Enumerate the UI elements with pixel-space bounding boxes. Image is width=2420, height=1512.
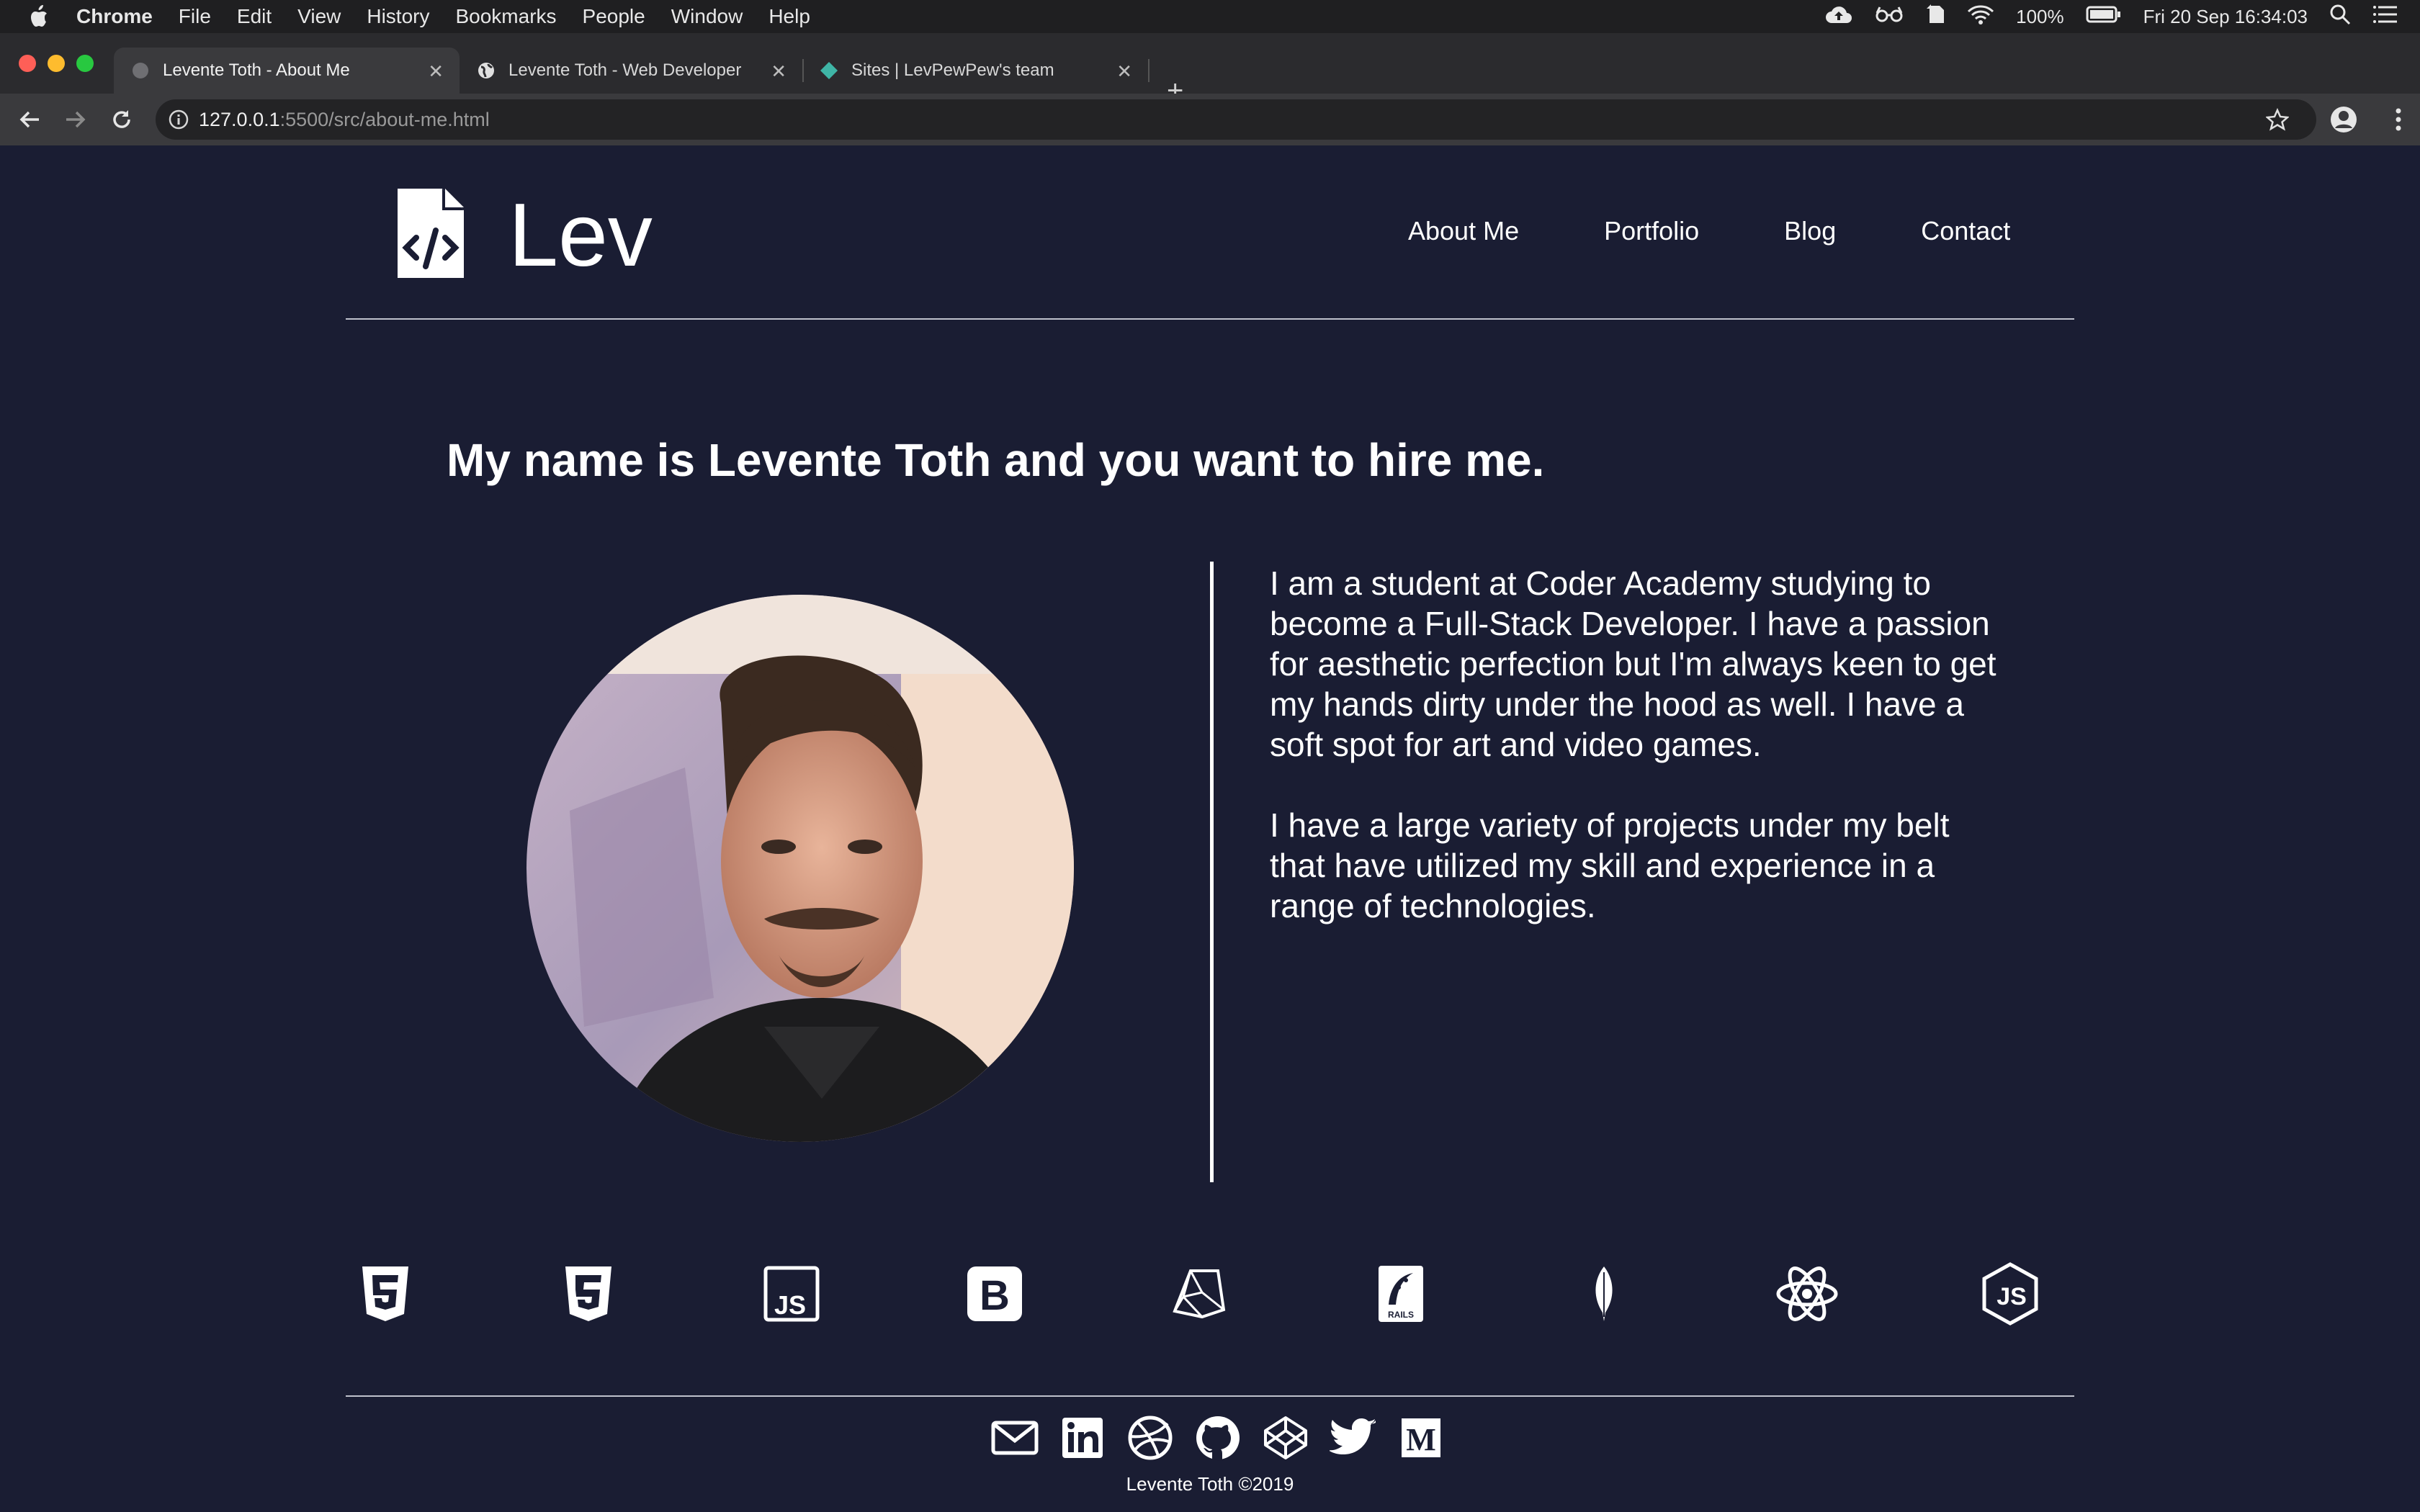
- bootstrap-icon: B: [955, 1254, 1034, 1333]
- bio-text: I am a student at Coder Academy studying…: [1270, 563, 2004, 966]
- web-page: Lev About Me Portfolio Blog Contact My n…: [0, 145, 2420, 1512]
- window-controls: [19, 55, 94, 72]
- glasses-icon[interactable]: [1875, 5, 1904, 28]
- wifi-icon[interactable]: [1967, 4, 1994, 30]
- menu-view[interactable]: View: [297, 5, 341, 28]
- html5-icon: [346, 1254, 425, 1333]
- svg-text:M: M: [1406, 1422, 1436, 1457]
- menu-people[interactable]: People: [583, 5, 645, 28]
- linkedin-icon[interactable]: [1059, 1414, 1106, 1462]
- nav-portfolio[interactable]: Portfolio: [1604, 216, 1699, 246]
- content-divider: [1210, 562, 1214, 1182]
- social-links: M: [991, 1414, 1445, 1462]
- footer-divider: [346, 1395, 2074, 1397]
- svg-text:RAILS: RAILS: [1388, 1310, 1414, 1320]
- close-tab-icon[interactable]: ✕: [1116, 60, 1132, 83]
- medium-icon[interactable]: M: [1397, 1414, 1445, 1462]
- menu-help[interactable]: Help: [768, 5, 810, 28]
- javascript-icon: JS: [752, 1254, 831, 1333]
- battery-percent: 100%: [2016, 5, 2064, 27]
- close-tab-icon[interactable]: ✕: [771, 60, 786, 83]
- page-headline: My name is Levente Toth and you want to …: [447, 434, 1545, 486]
- menu-history[interactable]: History: [367, 5, 429, 28]
- url-path: :5500/src/about-me.html: [279, 108, 490, 130]
- tab-strip: Levente Toth - About Me ✕ Levente Toth -…: [0, 33, 2420, 105]
- footer-copyright: Levente Toth ©2019: [1126, 1473, 1294, 1495]
- menu-edit[interactable]: Edit: [237, 5, 272, 28]
- url-host: 127.0.0.1: [199, 108, 280, 130]
- minimize-window-button[interactable]: [48, 55, 65, 72]
- netlify-icon: [820, 61, 838, 80]
- mongodb-icon: [1564, 1254, 1644, 1333]
- email-icon[interactable]: [991, 1414, 1039, 1462]
- menu-file[interactable]: File: [179, 5, 211, 28]
- address-bar[interactable]: 127.0.0.1:5500/src/about-me.html: [156, 99, 2316, 140]
- rails-icon: RAILS: [1361, 1254, 1440, 1333]
- bio-paragraph: I am a student at Coder Academy studying…: [1270, 564, 1996, 763]
- nav-contact[interactable]: Contact: [1921, 216, 2010, 246]
- nav-blog[interactable]: Blog: [1784, 216, 1836, 246]
- bookmark-star-icon[interactable]: [2264, 107, 2290, 135]
- tab-title: Levente Toth - Web Developer: [508, 60, 742, 80]
- menu-app-name[interactable]: Chrome: [76, 5, 153, 28]
- reload-icon[interactable]: [105, 103, 138, 136]
- cloud-upload-icon[interactable]: [1824, 4, 1853, 30]
- globe-icon: [131, 61, 150, 80]
- tab-title: Sites | LevPewPew's team: [851, 60, 1054, 80]
- nav-about-me[interactable]: About Me: [1408, 216, 1519, 246]
- profile-photo: [526, 595, 1074, 1142]
- react-icon: [1767, 1254, 1847, 1333]
- browser-toolbar: 127.0.0.1:5500/src/about-me.html: [0, 94, 2420, 145]
- css3-icon: [549, 1254, 628, 1333]
- menu-bar: Chrome File Edit View History Bookmarks …: [0, 0, 2420, 33]
- tab-separator: [1148, 59, 1150, 82]
- tab-title: Levente Toth - About Me: [163, 60, 350, 80]
- nodejs-icon: JS: [1971, 1254, 2050, 1333]
- apple-icon[interactable]: [27, 4, 56, 29]
- back-arrow-icon[interactable]: [13, 103, 46, 136]
- tab-web-developer[interactable]: Levente Toth - Web Developer ✕: [460, 48, 804, 94]
- battery-icon[interactable]: [2086, 5, 2122, 29]
- menu-clock[interactable]: Fri 20 Sep 16:34:03: [2143, 6, 2308, 28]
- skills-row: JS B RAILS JS: [346, 1254, 2074, 1333]
- tab-about-me[interactable]: Levente Toth - About Me ✕: [114, 48, 460, 94]
- menu-dots-icon[interactable]: [2394, 105, 2403, 138]
- main-nav: About Me Portfolio Blog Contact: [1408, 216, 2095, 246]
- profile-avatar-icon[interactable]: [2329, 105, 2358, 138]
- menu-bookmarks[interactable]: Bookmarks: [455, 5, 556, 28]
- svg-text:B: B: [980, 1272, 1010, 1319]
- svg-text:JS: JS: [1996, 1283, 2027, 1310]
- spotlight-search-icon[interactable]: [2329, 4, 2351, 30]
- header-divider: [346, 318, 2074, 320]
- evernote-icon[interactable]: [1925, 3, 1945, 31]
- ruby-icon: [1158, 1254, 1237, 1333]
- forward-arrow-icon[interactable]: [59, 103, 92, 136]
- bio-paragraph: I have a large variety of projects under…: [1270, 806, 1950, 924]
- close-tab-icon[interactable]: ✕: [428, 60, 444, 83]
- menu-window[interactable]: Window: [671, 5, 743, 28]
- github-icon[interactable]: [1194, 1414, 1242, 1462]
- svg-text:JS: JS: [774, 1290, 806, 1320]
- site-info-icon[interactable]: [169, 109, 189, 130]
- zoom-window-button[interactable]: [76, 55, 94, 72]
- url-text: 127.0.0.1:5500/src/about-me.html: [199, 109, 490, 131]
- code-file-logo-icon[interactable]: [395, 186, 467, 281]
- tab-sites[interactable]: Sites | LevPewPew's team ✕: [802, 48, 1150, 94]
- dribbble-icon[interactable]: [1126, 1414, 1174, 1462]
- brand-name[interactable]: Lev: [508, 189, 653, 282]
- codepen-icon[interactable]: [1262, 1414, 1309, 1462]
- close-window-button[interactable]: [19, 55, 36, 72]
- notification-center-icon[interactable]: [2372, 4, 2398, 30]
- twitter-icon[interactable]: [1330, 1414, 1377, 1462]
- globe-icon: [477, 61, 496, 80]
